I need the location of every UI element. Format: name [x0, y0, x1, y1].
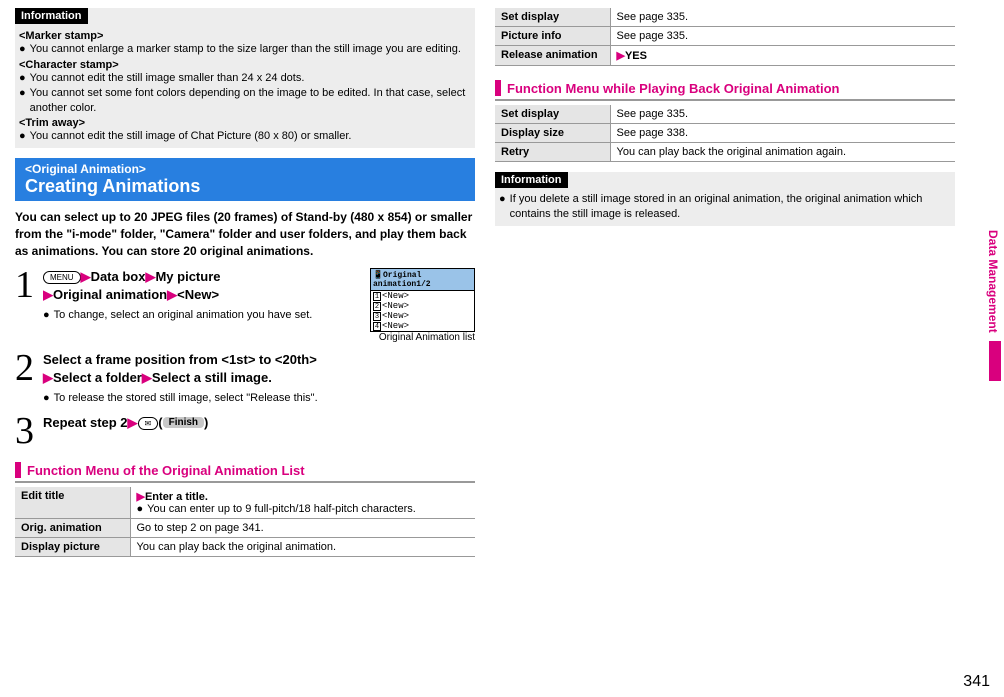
arrow-icon: ▶ — [81, 269, 91, 284]
step-3-title: Repeat step 2▶✉(Finish) — [43, 414, 475, 432]
bullet-icon: ● — [43, 391, 50, 406]
information-box-left: Information <Marker stamp> ● You cannot e… — [15, 8, 475, 148]
bullet-icon: ● — [43, 308, 50, 323]
marker-stamp-label: <Marker stamp> — [19, 30, 471, 42]
trim-bullet-1: You cannot edit the still image of Chat … — [30, 129, 352, 144]
page-number: 341 — [963, 673, 990, 691]
screenshot-caption: Original Animation list — [365, 332, 475, 343]
table-row-value: ▶YES — [610, 46, 955, 66]
bullet-icon: ● — [499, 192, 506, 222]
table-row-label: Set display — [495, 8, 610, 27]
finish-label: Finish — [163, 417, 204, 428]
table-row-value: You can play back the original animation… — [610, 143, 955, 162]
table-row-label: Display picture — [15, 538, 130, 557]
bullet-icon: ● — [19, 86, 26, 116]
step-2-note: To release the stored still image, selec… — [54, 391, 318, 406]
step-2-title: Select a frame position from <1st> to <2… — [43, 351, 475, 387]
bullet-icon: ● — [19, 129, 26, 144]
character-stamp-label: <Character stamp> — [19, 59, 471, 71]
information-label: Information — [495, 172, 568, 188]
function-table-3: Set display See page 335. Display size S… — [495, 105, 955, 162]
table-row-label: Orig. animation — [15, 519, 130, 538]
table-row-value: Go to step 2 on page 341. — [130, 519, 475, 538]
arrow-icon: ▶ — [145, 269, 155, 284]
trim-away-label: <Trim away> — [19, 117, 471, 129]
table-row-label: Picture info — [495, 27, 610, 46]
marker-bullet-1: You cannot enlarge a marker stamp to the… — [30, 42, 461, 57]
arrow-icon: ▶ — [167, 287, 177, 302]
menu-button-icon: MENU — [43, 271, 81, 284]
function-menu-heading-2: Function Menu while Playing Back Origina… — [495, 80, 955, 101]
info-right-bullet: If you delete a still image stored in an… — [510, 192, 951, 222]
table-row-value: See page 335. — [610, 27, 955, 46]
table-row-value: ▶Enter a title. ●You can enter up to 9 f… — [130, 487, 475, 519]
table-row-value: See page 335. — [610, 105, 955, 124]
arrow-icon: ▶ — [128, 415, 138, 430]
table-row-label: Retry — [495, 143, 610, 162]
side-tab-marker — [989, 341, 1001, 381]
table-row-label: Display size — [495, 124, 610, 143]
step-1-note: To change, select an original animation … — [54, 308, 313, 323]
char-bullet-1: You cannot edit the still image smaller … — [30, 71, 305, 86]
section-main-title: Creating Animations — [25, 176, 465, 197]
function-menu-heading-1: Function Menu of the Original Animation … — [15, 462, 475, 483]
arrow-icon: ▶ — [43, 370, 53, 385]
step-3-number: 3 — [15, 414, 43, 448]
table-row-label: Release animation — [495, 46, 610, 66]
intro-text: You can select up to 20 JPEG files (20 f… — [15, 209, 475, 259]
arrow-icon: ▶ — [43, 287, 53, 302]
arrow-icon: ▶ — [137, 491, 145, 503]
step-2-number: 2 — [15, 351, 43, 406]
function-table-2: Set display See page 335. Picture info S… — [495, 8, 955, 66]
side-tab-label: Data Management — [986, 230, 1000, 333]
table-row-value: You can play back the original animation… — [130, 538, 475, 557]
section-header: <Original Animation> Creating Animations — [15, 158, 475, 201]
original-animation-screenshot: 📱Original animation1/2 1<New> 2<New> 3<N… — [370, 268, 475, 332]
step-1-number: 1 — [15, 268, 43, 343]
side-tab: Data Management — [986, 230, 1004, 400]
bullet-icon: ● — [19, 42, 26, 57]
information-box-right: Information ●If you delete a still image… — [495, 172, 955, 226]
table-row-label: Set display — [495, 105, 610, 124]
char-bullet-2: You cannot set some font colors dependin… — [30, 86, 471, 116]
bullet-icon: ● — [19, 71, 26, 86]
information-label: Information — [15, 8, 88, 24]
table-row-value: See page 338. — [610, 124, 955, 143]
section-sub-title: <Original Animation> — [25, 162, 465, 176]
arrow-icon: ▶ — [617, 50, 625, 62]
mail-button-icon: ✉ — [138, 417, 159, 430]
table-row-label: Edit title — [15, 487, 130, 519]
arrow-icon: ▶ — [142, 370, 152, 385]
function-table-1: Edit title ▶Enter a title. ●You can ente… — [15, 487, 475, 557]
table-row-value: See page 335. — [610, 8, 955, 27]
